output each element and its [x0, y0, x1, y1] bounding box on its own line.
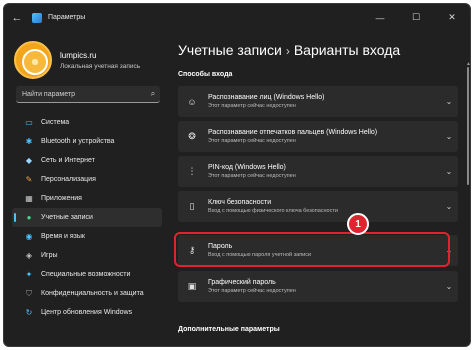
wifi-icon: ◆ — [25, 156, 33, 165]
sign-in-option[interactable]: ▣ Графический пароль Этот параметр сейчас … — [178, 271, 458, 302]
window-title: Параметры — [48, 14, 86, 21]
sign-in-option[interactable]: ⋮ PIN-код (Windows Hello) Этот параметр се… — [178, 156, 458, 187]
globe-icon: ◉ — [25, 232, 33, 241]
sign-in-option[interactable]: ❂ Распознавание отпечатков пальцев (Windo… — [178, 121, 458, 152]
section-title-sign-in-methods: Способы входа — [178, 71, 233, 78]
sidebar-nav: ▭ Система ✱ Bluetooth и устройства ◆ Сеть и И… — [12, 113, 162, 322]
option-subtitle: Этот параметр сейчас недоступен — [208, 288, 296, 294]
user-profile[interactable]: lumpics.ru Локальная учетная запись — [14, 41, 140, 79]
option-title: Распознавание отпечатков пальцев (Window… — [208, 129, 378, 136]
sidebar-item[interactable]: ◉ Время и язык — [12, 227, 162, 246]
sidebar-item[interactable]: ✱ Bluetooth и устройства — [12, 132, 162, 151]
usb-key-icon: ▯ — [189, 201, 195, 211]
profile-name: lumpics.ru — [60, 50, 97, 60]
apps-icon: ▦ — [25, 194, 33, 203]
person-icon: ● — [26, 213, 32, 222]
settings-window: ← Параметры — ☐ ✕ lumpics.ru Локальная у… — [3, 3, 471, 347]
chevron-down-icon[interactable]: ⌄ — [440, 132, 458, 141]
gamepad-icon: ◈ — [25, 251, 33, 260]
accessibility-icon: ✦ — [25, 270, 33, 279]
monitor-icon: ▭ — [25, 118, 33, 127]
sidebar-item-label: Центр обновления Windows — [41, 309, 133, 316]
sidebar-item-label: Приложения — [41, 195, 82, 202]
main-content: Учетные записи › Варианты входа ▲ Способы … — [164, 31, 470, 346]
search-input[interactable]: Найти параметр ⌕ — [16, 86, 160, 103]
sidebar-item[interactable]: ⛉ Конфиденциальность и защита — [12, 284, 162, 303]
back-button[interactable]: ← — [4, 4, 30, 31]
step-badge: 1 — [347, 213, 369, 235]
sidebar-item-label: Bluetooth и устройства — [41, 138, 115, 145]
option-subtitle: Вход с помощью физического ключа безопас… — [208, 208, 338, 214]
sidebar-item[interactable]: ✦ Специальные возможности — [12, 265, 162, 284]
chevron-down-icon[interactable]: ⌄ — [440, 202, 458, 211]
sidebar-item-label: Учетные записи — [41, 214, 93, 221]
chevron-down-icon[interactable]: ⌄ — [440, 167, 458, 176]
option-title: Графический пароль — [208, 279, 276, 286]
update-icon: ↻ — [25, 308, 33, 317]
shield-icon: ⛉ — [26, 288, 32, 298]
sign-in-option[interactable]: ☺ Распознавание лиц (Windows Hello) Этот п… — [178, 86, 458, 117]
face-icon: ☺ — [187, 96, 197, 107]
keypad-icon: ⋮ — [187, 166, 197, 176]
breadcrumb-separator: › — [285, 44, 290, 58]
picture-icon: ▣ — [187, 281, 197, 291]
sidebar: lumpics.ru Локальная учетная запись Найт… — [4, 31, 164, 346]
search-icon: ⌕ — [150, 89, 156, 98]
minimize-button[interactable]: — — [362, 4, 398, 31]
search-placeholder: Найти параметр — [22, 90, 75, 98]
sidebar-item[interactable]: ▭ Система — [12, 113, 162, 132]
bluetooth-icon: ✱ — [25, 137, 33, 146]
sidebar-item[interactable]: ◈ Игры — [12, 246, 162, 265]
breadcrumb-parent[interactable]: Учетные записи — [178, 42, 282, 58]
sidebar-item-label: Персонализация — [41, 176, 96, 183]
brush-icon: ✎ — [25, 175, 33, 184]
option-title: Ключ безопасности — [208, 199, 272, 206]
title-bar: ← Параметры — ☐ ✕ — [4, 4, 470, 31]
settings-app-icon — [32, 12, 42, 23]
sidebar-item[interactable]: ● Учетные записи — [12, 208, 162, 227]
sidebar-item[interactable]: ◆ Сеть и Интернет — [12, 151, 162, 170]
option-title: Распознавание лиц (Windows Hello) — [208, 94, 325, 101]
fingerprint-icon: ❂ — [188, 131, 196, 141]
option-subtitle: Этот параметр сейчас недоступен — [208, 138, 296, 144]
scrollbar[interactable] — [467, 67, 469, 185]
profile-account-type: Локальная учетная запись — [60, 62, 141, 70]
highlight-frame — [174, 232, 450, 267]
sidebar-item-label: Сеть и Интернет — [41, 157, 95, 164]
sidebar-item[interactable]: ✎ Персонализация — [12, 170, 162, 189]
sidebar-item-label: Конфиденциальность и защита — [41, 290, 144, 297]
sidebar-item[interactable]: ▦ Приложения — [12, 189, 162, 208]
option-subtitle: Этот параметр сейчас недоступен — [208, 173, 296, 179]
breadcrumb-current: Варианты входа — [293, 42, 401, 58]
chevron-down-icon[interactable]: ⌄ — [440, 282, 458, 291]
page-title: Учетные записи › Варианты входа — [178, 42, 400, 58]
option-subtitle: Этот параметр сейчас недоступен — [208, 103, 296, 109]
sidebar-item-label: Время и язык — [41, 233, 85, 240]
window-controls: — ☐ ✕ — [362, 4, 470, 31]
avatar — [14, 41, 52, 79]
section-title-additional: Дополнительные параметры — [178, 326, 280, 333]
sidebar-item-label: Система — [41, 119, 70, 126]
sign-in-option[interactable]: ▯ Ключ безопасности Вход с помощью физичес… — [178, 191, 458, 222]
sidebar-item-label: Игры — [41, 252, 58, 259]
option-title: PIN-код (Windows Hello) — [208, 164, 286, 171]
maximize-button[interactable]: ☐ — [398, 4, 434, 31]
sidebar-item-label: Специальные возможности — [41, 271, 131, 278]
chevron-down-icon[interactable]: ⌄ — [440, 97, 458, 106]
close-button[interactable]: ✕ — [434, 4, 470, 31]
sidebar-item[interactable]: ↻ Центр обновления Windows — [12, 303, 162, 322]
